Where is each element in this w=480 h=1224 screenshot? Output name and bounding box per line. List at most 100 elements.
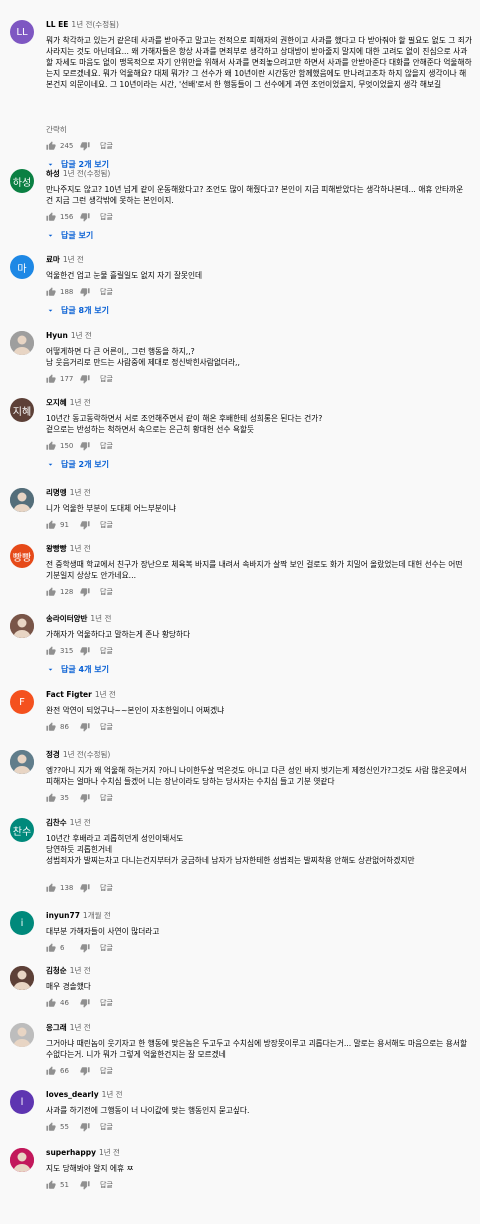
- dislike-button[interactable]: [80, 883, 90, 893]
- comment-author[interactable]: 정경: [46, 750, 60, 759]
- avatar[interactable]: [10, 750, 34, 774]
- reply-button[interactable]: 답글: [100, 998, 113, 1008]
- avatar[interactable]: 찬수: [10, 818, 34, 842]
- like-button[interactable]: [46, 287, 56, 297]
- comment-author[interactable]: 하성: [46, 169, 60, 178]
- comment-time[interactable]: 1년 전(수정됨): [71, 20, 119, 29]
- reply-button[interactable]: 답글: [100, 1122, 113, 1132]
- dislike-button[interactable]: [80, 998, 90, 1008]
- comment-time[interactable]: 1년 전(수정됨): [63, 750, 111, 759]
- comment-time[interactable]: 1년 전: [70, 488, 91, 497]
- avatar[interactable]: i: [10, 911, 34, 935]
- comment-time[interactable]: 1년 전: [70, 966, 91, 975]
- comment-time[interactable]: 1년 전: [95, 690, 116, 699]
- reply-button[interactable]: 답글: [100, 883, 113, 893]
- dislike-button[interactable]: [80, 722, 90, 732]
- dislike-button[interactable]: [80, 587, 90, 597]
- avatar[interactable]: F: [10, 690, 34, 714]
- dislike-button[interactable]: [80, 793, 90, 803]
- comment-author[interactable]: inyun77: [46, 911, 80, 920]
- reply-button[interactable]: 답글: [100, 374, 113, 384]
- like-button[interactable]: [46, 883, 56, 893]
- comment-author[interactable]: 응그래: [46, 1023, 67, 1032]
- like-button[interactable]: [46, 1066, 56, 1076]
- like-button[interactable]: [46, 374, 56, 384]
- reply-button[interactable]: 답글: [100, 212, 113, 222]
- comment-author[interactable]: Fact Figter: [46, 690, 92, 699]
- dislike-button[interactable]: [80, 1180, 90, 1190]
- dislike-button[interactable]: [80, 374, 90, 384]
- dislike-button[interactable]: [80, 441, 90, 451]
- comment-time[interactable]: 1년 전: [102, 1090, 123, 1099]
- comment-author[interactable]: 오지혜: [46, 398, 67, 407]
- like-button[interactable]: [46, 441, 56, 451]
- comment-author[interactable]: Hyun: [46, 331, 68, 340]
- reply-button[interactable]: 답글: [100, 722, 113, 732]
- dislike-button[interactable]: [80, 943, 90, 953]
- show-less-link[interactable]: 간략히: [46, 124, 67, 135]
- view-replies-button[interactable]: 답글 보기: [46, 230, 93, 241]
- avatar[interactable]: [10, 614, 34, 638]
- avatar[interactable]: [10, 966, 34, 990]
- view-replies-button[interactable]: 답글 4개 보기: [46, 664, 109, 675]
- comment-time[interactable]: 1년 전: [90, 614, 111, 623]
- like-button[interactable]: [46, 520, 56, 530]
- comment-time[interactable]: 1년 전(수정됨): [63, 169, 111, 178]
- like-button[interactable]: [46, 943, 56, 953]
- reply-button[interactable]: 답글: [100, 793, 113, 803]
- reply-button[interactable]: 답글: [100, 287, 113, 297]
- dislike-button[interactable]: [80, 1122, 90, 1132]
- reply-button[interactable]: 답글: [100, 1066, 113, 1076]
- avatar[interactable]: [10, 331, 34, 355]
- reply-button[interactable]: 답글: [100, 646, 113, 656]
- comment-time[interactable]: 1개월 전: [83, 911, 111, 920]
- comment-author[interactable]: 김청순: [46, 966, 67, 975]
- dislike-button[interactable]: [80, 1066, 90, 1076]
- dislike-button[interactable]: [80, 520, 90, 530]
- like-button[interactable]: [46, 212, 56, 222]
- reply-button[interactable]: 답글: [100, 520, 113, 530]
- avatar[interactable]: LL: [10, 20, 34, 44]
- comment-time[interactable]: 1년 전: [71, 331, 92, 340]
- reply-button[interactable]: 답글: [100, 943, 113, 953]
- like-button[interactable]: [46, 141, 56, 151]
- avatar[interactable]: [10, 1148, 34, 1172]
- like-button[interactable]: [46, 1180, 56, 1190]
- comment-time[interactable]: 1년 전: [70, 1023, 91, 1032]
- like-button[interactable]: [46, 793, 56, 803]
- view-replies-button[interactable]: 답글 8개 보기: [46, 305, 109, 316]
- comment-author[interactable]: 김찬수: [46, 818, 67, 827]
- dislike-button[interactable]: [80, 212, 90, 222]
- like-button[interactable]: [46, 998, 56, 1008]
- comment-author[interactable]: 료마: [46, 255, 60, 264]
- reply-button[interactable]: 답글: [100, 441, 113, 451]
- like-button[interactable]: [46, 1122, 56, 1132]
- avatar[interactable]: [10, 1023, 34, 1047]
- avatar[interactable]: 지혜: [10, 398, 34, 422]
- like-button[interactable]: [46, 646, 56, 656]
- view-replies-button[interactable]: 답글 2개 보기: [46, 459, 109, 470]
- comment-author[interactable]: 왕빵빵: [46, 544, 67, 553]
- avatar[interactable]: 하성: [10, 169, 34, 193]
- comment-author[interactable]: LL EE: [46, 20, 68, 29]
- avatar[interactable]: [10, 488, 34, 512]
- comment-author[interactable]: 리명멩: [46, 488, 67, 497]
- comment-author[interactable]: superhappy: [46, 1148, 96, 1157]
- comment-time[interactable]: 1년 전: [70, 818, 91, 827]
- dislike-button[interactable]: [80, 646, 90, 656]
- reply-button[interactable]: 답글: [100, 141, 113, 151]
- comment-author[interactable]: 송라이터양반: [46, 614, 87, 623]
- avatar[interactable]: 빵빵: [10, 544, 34, 568]
- dislike-button[interactable]: [80, 287, 90, 297]
- comment-author[interactable]: loves_dearly: [46, 1090, 99, 1099]
- reply-button[interactable]: 답글: [100, 587, 113, 597]
- comment-time[interactable]: 1년 전: [99, 1148, 120, 1157]
- avatar[interactable]: l: [10, 1090, 34, 1114]
- comment-time[interactable]: 1년 전: [70, 544, 91, 553]
- like-button[interactable]: [46, 587, 56, 597]
- avatar[interactable]: 마: [10, 255, 34, 279]
- reply-button[interactable]: 답글: [100, 1180, 113, 1190]
- like-button[interactable]: [46, 722, 56, 732]
- dislike-button[interactable]: [80, 141, 90, 151]
- comment-time[interactable]: 1년 전: [70, 398, 91, 407]
